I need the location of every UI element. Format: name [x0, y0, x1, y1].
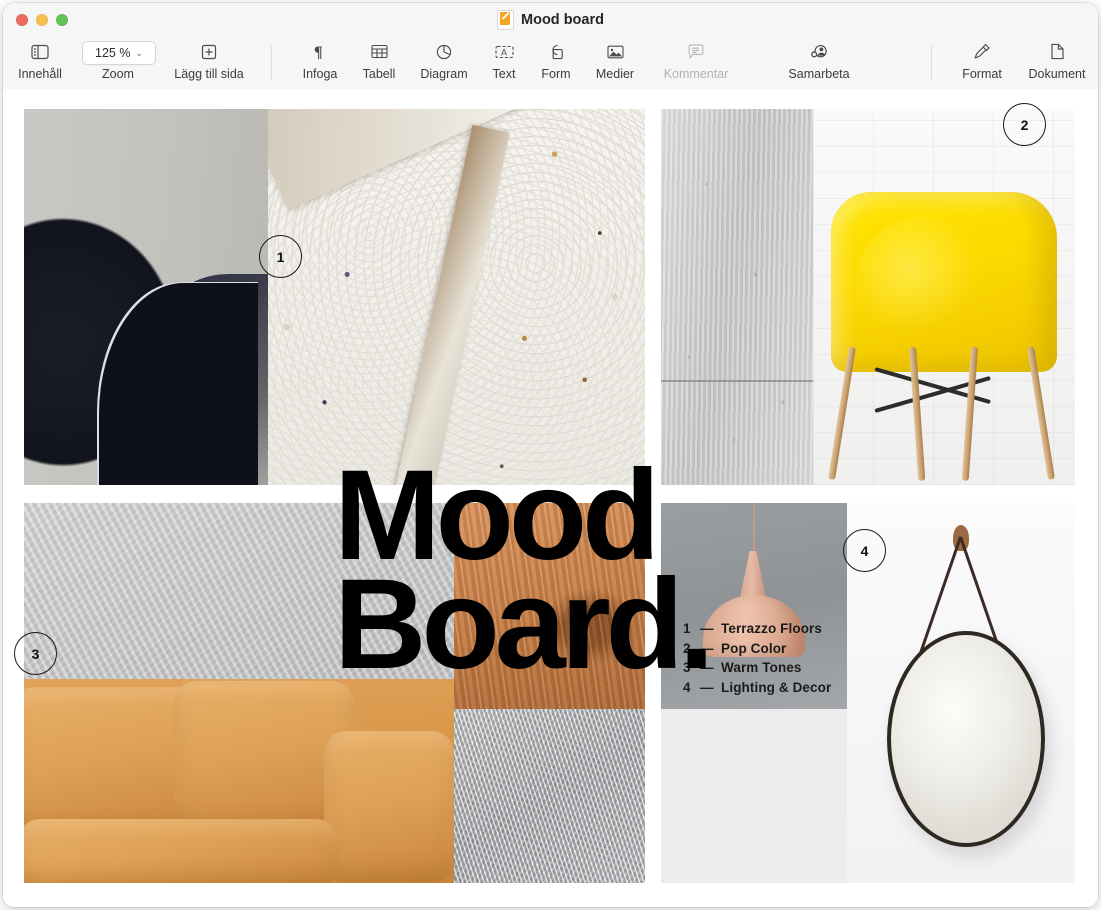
legend-label: Lighting & Decor	[721, 678, 831, 698]
media-icon	[607, 40, 624, 63]
image-concrete-wall[interactable]	[661, 109, 813, 485]
toolbar-label: Samarbeta	[788, 67, 849, 81]
table-icon	[371, 40, 388, 63]
legend-label: Pop Color	[721, 639, 786, 659]
toolbar-label: Innehåll	[18, 67, 62, 81]
callout-4[interactable]: 4	[843, 529, 886, 572]
image-tan-leather-sofa[interactable]	[24, 679, 454, 883]
chevron-down-icon: ⌄	[135, 48, 143, 59]
format-brush-icon	[974, 40, 991, 63]
callout-2[interactable]: 2	[1003, 103, 1046, 146]
callout-number: 3	[32, 646, 40, 662]
toolbar-label: Kommentar	[664, 67, 729, 81]
legend-list: 1 — Terrazzo Floors 2 — Pop Color 3 —	[683, 619, 831, 697]
callout-1[interactable]: 1	[259, 235, 302, 278]
legend-item: 3 — Warm Tones	[683, 658, 831, 678]
legend-number: 2	[683, 639, 693, 659]
legend-number: 1	[683, 619, 693, 639]
legend-dash: —	[700, 658, 714, 678]
legend-dash: —	[700, 619, 714, 639]
toolbar-item-dokument[interactable]: Dokument	[1009, 40, 1098, 81]
toolbar-label: Tabell	[363, 67, 396, 81]
svg-text:A: A	[501, 47, 507, 57]
document-title-text: Mood board	[521, 12, 604, 28]
shape-icon	[548, 40, 564, 63]
toolbar-item-kommentar[interactable]: Kommentar	[648, 40, 744, 81]
window-titlebar: Mood board	[3, 3, 1098, 36]
legend-number: 3	[683, 658, 693, 678]
zoom-select[interactable]: 125 % ⌄	[82, 41, 156, 65]
toolbar-label: Medier	[596, 67, 634, 81]
legend-dash: —	[700, 639, 714, 659]
pages-document-icon	[497, 10, 514, 30]
image-yellow-eames-chair[interactable]	[813, 109, 1075, 485]
legend-panel: 1 — Terrazzo Floors 2 — Pop Color 3 —	[661, 503, 847, 883]
add-page-icon	[201, 40, 217, 63]
legend-item: 4 — Lighting & Decor	[683, 678, 831, 698]
legend-label: Warm Tones	[721, 658, 802, 678]
chair-seat-shape	[831, 192, 1056, 372]
zoom-value: 125 %	[95, 46, 130, 60]
image-wood-grain[interactable]	[454, 503, 645, 709]
document-icon	[1050, 40, 1065, 63]
legend-number: 4	[683, 678, 693, 698]
legend-item: 1 — Terrazzo Floors	[683, 619, 831, 639]
screenshot-root: Mood board Innehåll 125 % ⌄ Zoom	[0, 0, 1101, 910]
toolbar-item-add-page[interactable]: Lägg till sida	[161, 40, 257, 81]
comment-icon	[688, 40, 704, 63]
document-canvas[interactable]: 1 — Terrazzo Floors 2 — Pop Color 3 —	[3, 89, 1098, 907]
callout-3[interactable]: 3	[14, 632, 57, 675]
callout-number: 2	[1021, 117, 1029, 133]
image-terrazzo-slab[interactable]	[268, 109, 645, 485]
document-title[interactable]: Mood board	[3, 3, 1098, 36]
callout-number: 1	[277, 249, 285, 265]
legend-dash: —	[700, 678, 714, 698]
toolbar-label: Dokument	[1029, 67, 1086, 81]
image-grey-plaster-wall[interactable]	[24, 503, 454, 883]
zoom-label: Zoom	[82, 67, 154, 81]
toolbar-item-samarbeta[interactable]: Samarbeta	[771, 40, 867, 81]
pages-window: Mood board Innehåll 125 % ⌄ Zoom	[3, 3, 1098, 907]
sidebar-icon	[31, 40, 49, 63]
toolbar: Innehåll 125 % ⌄ Zoom Lägg till sida ¶	[3, 36, 1098, 90]
collaborate-icon	[810, 40, 828, 63]
paragraph-icon: ¶	[313, 40, 327, 63]
toolbar-label: Lägg till sida	[174, 67, 244, 81]
callout-number: 4	[861, 543, 869, 559]
legend-item: 2 — Pop Color	[683, 639, 831, 659]
chart-icon	[436, 40, 452, 63]
toolbar-label: Format	[962, 67, 1002, 81]
svg-text:¶: ¶	[314, 44, 323, 60]
toolbar-item-innehall[interactable]: Innehåll	[3, 40, 88, 81]
page-1[interactable]: 1 — Terrazzo Floors 2 — Pop Color 3 —	[24, 109, 1075, 883]
image-grey-fur-rug[interactable]	[454, 709, 645, 883]
legend-label: Terrazzo Floors	[721, 619, 822, 639]
image-dark-leather-chair[interactable]	[24, 109, 268, 485]
